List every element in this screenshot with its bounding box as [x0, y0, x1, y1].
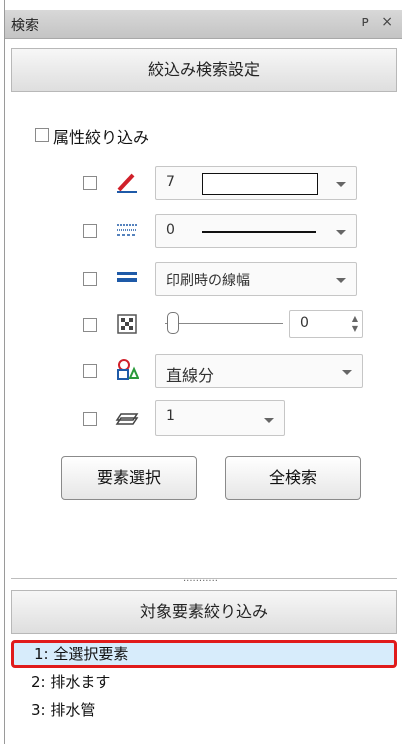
pin-icon[interactable]: ᴘ [362, 14, 369, 30]
linetype-value: 0 [166, 222, 175, 238]
element-type-value: 直線分 [166, 366, 215, 385]
panel-title: 検索 [11, 18, 39, 34]
linewidth-select[interactable]: 印刷時の線幅 [155, 262, 357, 296]
color-value: 7 [166, 174, 175, 190]
transparency-value: 0 [300, 315, 309, 331]
element-type-filter-checkbox[interactable] [83, 364, 97, 378]
target-filter-header[interactable]: 対象要素絞り込み [11, 590, 397, 634]
close-icon[interactable]: × [381, 14, 393, 30]
panel-splitter[interactable]: ··········· [11, 576, 397, 589]
color-filter-checkbox[interactable] [83, 176, 97, 190]
filter-settings-header[interactable]: 絞込み検索設定 [11, 48, 397, 92]
line-width-icon [117, 272, 137, 282]
chevron-down-icon [342, 370, 352, 375]
splitter-grip-icon[interactable]: ··········· [183, 576, 218, 587]
chevron-down-icon [336, 278, 346, 283]
transparency-slider-handle[interactable] [167, 312, 179, 334]
linetype-select[interactable]: 0 [155, 214, 357, 248]
pen-color-icon [117, 173, 137, 193]
chevron-down-icon [264, 418, 274, 423]
transparency-spinbox[interactable]: 0 ▲ ▼ [289, 310, 363, 338]
list-item[interactable]: 3: 排水管 [11, 696, 397, 724]
linetype-sample [202, 231, 316, 233]
list-item[interactable]: 2: 排水ます [11, 668, 397, 696]
panel-titlebar: 検索 ᴘ × [5, 10, 402, 39]
layer-filter-checkbox[interactable] [83, 412, 97, 426]
chevron-down-icon [336, 230, 346, 235]
search-panel: 検索 ᴘ × 絞込み検索設定 属性絞り込み 7 0 印刷時の線幅 0 ▲ ▼ 直… [4, 0, 402, 744]
attribute-filter-label: 属性絞り込み [53, 128, 150, 147]
layer-select[interactable]: 1 [155, 400, 285, 436]
list-item[interactable]: 1: 全選択要素 [11, 640, 397, 668]
attribute-filter-checkbox[interactable] [35, 128, 49, 142]
chevron-down-icon [336, 182, 346, 187]
linetype-filter-checkbox[interactable] [83, 224, 97, 238]
select-elements-button[interactable]: 要素選択 [61, 456, 197, 500]
line-type-icon [117, 224, 137, 236]
linewidth-filter-checkbox[interactable] [83, 272, 97, 286]
color-select[interactable]: 7 [155, 166, 357, 200]
element-type-select[interactable]: 直線分 [155, 354, 363, 388]
layer-icon [115, 413, 139, 425]
transparency-icon [117, 314, 137, 334]
layer-value: 1 [166, 408, 175, 424]
spin-up-down-icon[interactable]: ▲ ▼ [352, 314, 358, 334]
transparency-filter-checkbox[interactable] [83, 318, 97, 332]
linewidth-value: 印刷時の線幅 [166, 273, 250, 289]
transparency-slider-track[interactable] [165, 323, 283, 324]
color-swatch [202, 173, 318, 195]
search-all-button[interactable]: 全検索 [225, 456, 361, 500]
shape-type-icon [117, 359, 139, 380]
